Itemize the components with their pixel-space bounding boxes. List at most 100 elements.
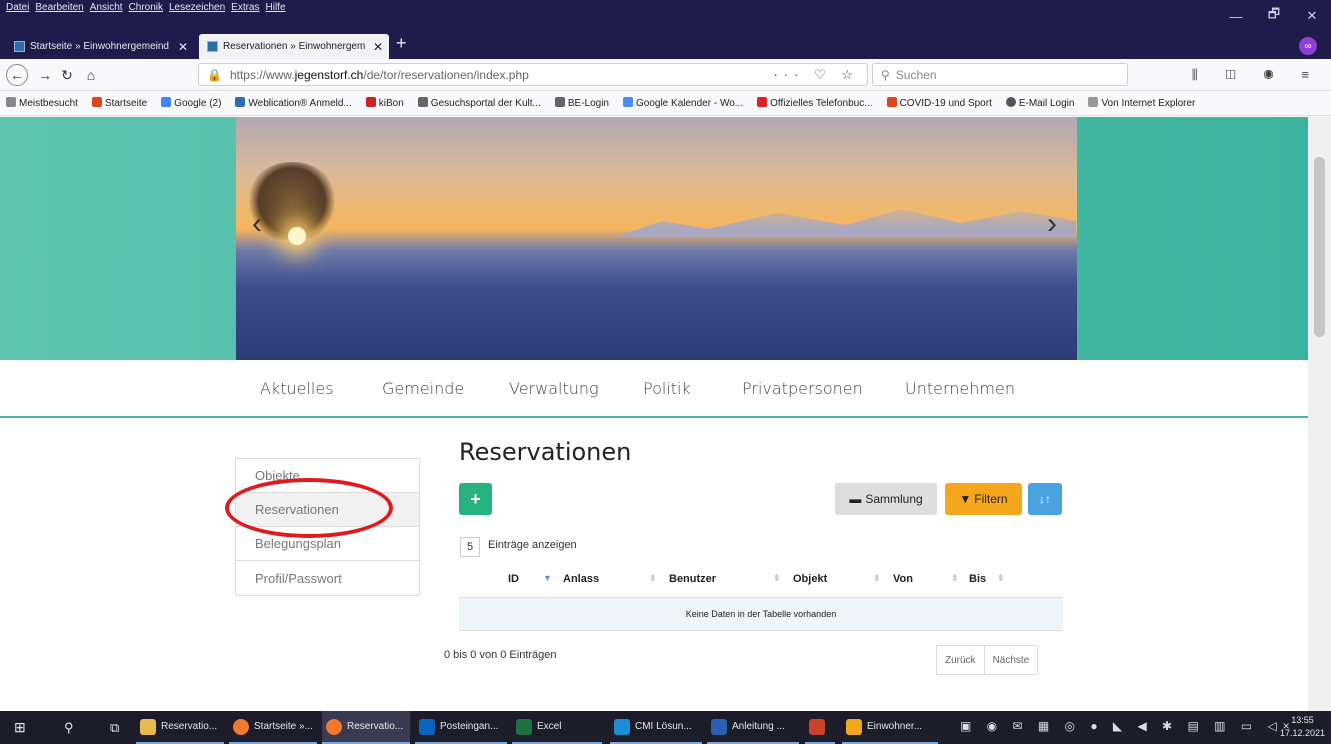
taskbar-item-firefox-1[interactable]: Startseite »... <box>229 711 317 744</box>
taskbar-item-excel[interactable]: Excel <box>512 711 602 744</box>
bookmark-gesuchsportal[interactable]: Gesuchsportal der Kult... <box>417 97 548 109</box>
column-von[interactable]: Von <box>893 573 913 585</box>
windows-start-icon[interactable]: ⊞ <box>10 711 26 744</box>
page-length-select[interactable]: 5 <box>460 537 480 557</box>
bookmark-be-login[interactable]: BE-Login <box>554 97 616 109</box>
column-bis[interactable]: Bis <box>969 573 986 585</box>
column-objekt[interactable]: Objekt <box>793 573 827 585</box>
bookmark-kibon[interactable]: kiBon <box>365 97 411 109</box>
window-controls: — 🗗 ✕ <box>1217 0 1331 32</box>
nav-unternehmen[interactable]: Unternehmen <box>905 379 1015 398</box>
previous-button[interactable]: Zurück <box>936 645 985 675</box>
taskbar-item-powerpoint[interactable] <box>805 711 835 744</box>
taskbar-item-outlook[interactable]: Posteingan... <box>415 711 507 744</box>
page-length-label: Einträge anzeigen <box>488 539 577 551</box>
menu-hilfe[interactable]: Hilfe <box>266 2 286 13</box>
close-tab-icon[interactable]: ✕ <box>373 40 383 54</box>
nav-politik[interactable]: Politik <box>643 379 691 398</box>
taskbar-item-einwohner[interactable]: Einwohner... <box>842 711 938 744</box>
bookmarks-toolbar: Meistbesucht Startseite Google (2) Webli… <box>0 91 1331 116</box>
menu-lesezeichen[interactable]: Lesezeichen <box>169 2 225 13</box>
site-favicon-icon <box>14 41 25 52</box>
reload-icon[interactable]: ↻ <box>56 64 78 86</box>
filter-button[interactable]: ▼ Filtern <box>945 483 1022 515</box>
column-anlass[interactable]: Anlass <box>563 573 599 585</box>
menu-bearbeiten[interactable]: Bearbeiten <box>35 2 83 13</box>
table-header: ID ▼ Anlass ⬍ Benutzer ⬍ Objekt ⬍ Von ⬍ … <box>459 564 1063 596</box>
scrollbar-thumb[interactable] <box>1314 157 1325 337</box>
shield-icon <box>886 97 897 107</box>
maximize-button[interactable]: 🗗 <box>1255 0 1293 32</box>
taskbar-item-firefox-2[interactable]: Reservatio... <box>322 711 410 744</box>
menu-chronik[interactable]: Chronik <box>129 2 163 13</box>
bookmark-telefonbuch[interactable]: Offizielles Telefonbuc... <box>757 97 879 109</box>
navigation-bar: ← → ↻ ⌂ 🔒 https://www. jegenstorf.ch/de/t… <box>0 59 1331 91</box>
nav-privatpersonen[interactable]: Privatpersonen <box>742 379 863 398</box>
powerpoint-icon <box>809 718 825 735</box>
site-icon <box>235 97 246 107</box>
taskbar-item-word[interactable]: Anleitung ... <box>707 711 799 744</box>
new-tab-button[interactable]: + <box>396 33 407 54</box>
toolbar-icons[interactable]: ⫼ ◫ ◉ ≡ <box>1192 67 1321 83</box>
menu-extras[interactable]: Extras <box>231 2 259 13</box>
forward-arrow-icon[interactable]: → <box>34 64 56 86</box>
column-benutzer[interactable]: Benutzer <box>669 573 716 585</box>
nav-aktuelles[interactable]: Aktuelles <box>260 379 334 398</box>
hero-image: ‹ › <box>236 117 1077 360</box>
system-tray-icons[interactable]: ▣ ◉ ✉ ▦ ◎ ● ◣ ◀ ✱ ▤ ▥ ▭ ◁× <box>960 719 1296 733</box>
bookmark-google[interactable]: Google (2) <box>161 97 228 109</box>
sort-icon: ⬍ <box>951 573 959 583</box>
sammlung-button[interactable]: ▬ Sammlung <box>835 483 937 515</box>
carousel-prev-icon[interactable]: ‹ <box>252 207 262 241</box>
sort-icon: ⬍ <box>873 573 881 583</box>
bookmark-label: E-Mail Login <box>1018 98 1075 109</box>
filter-icon: ▼ <box>959 492 972 506</box>
mountains <box>616 209 1076 237</box>
taskbar-item-explorer[interactable]: Reservatio... <box>136 711 224 744</box>
bookmark-meistbesucht[interactable]: Meistbesucht <box>6 97 85 109</box>
word-icon <box>711 718 727 735</box>
hero-banner: ‹ › <box>0 117 1308 360</box>
site-favicon-icon <box>207 41 218 52</box>
page-scrollbar[interactable] <box>1308 117 1331 711</box>
bookmark-label: Offizielles Telefonbuc... <box>770 98 873 109</box>
bookmark-weblication[interactable]: Weblication® Anmeld... <box>235 97 358 109</box>
task-view-icon[interactable]: ⧉ <box>106 711 119 744</box>
extension-icon[interactable]: ∞ <box>1299 37 1317 55</box>
url-path: /de/tor/reservationen/index.php <box>363 67 529 82</box>
carousel-next-icon[interactable]: › <box>1047 207 1057 241</box>
close-window-button[interactable]: ✕ <box>1293 0 1331 32</box>
bookmark-email[interactable]: E-Mail Login <box>1005 97 1082 109</box>
nav-gemeinde[interactable]: Gemeinde <box>382 379 464 398</box>
system-clock[interactable]: 13:55 17.12.2021 <box>1280 714 1325 740</box>
search-input[interactable]: ⚲ Suchen <box>872 63 1128 86</box>
bookmark-covid[interactable]: COVID-19 und Sport <box>886 97 999 109</box>
tab-reservationen[interactable]: Reservationen » Einwohnergem ✕ <box>199 34 389 59</box>
taskbar-item-cmi[interactable]: CMI Lösun... <box>610 711 702 744</box>
bookmark-ie-folder[interactable]: Von Internet Explorer <box>1088 97 1202 109</box>
search-icon: ⚲ <box>881 67 890 82</box>
sort-icon: ⬍ <box>773 573 781 583</box>
bookmark-google-kalender[interactable]: Google Kalender - Wo... <box>623 97 750 109</box>
menu-datei[interactable]: Datei <box>6 2 29 13</box>
tab-startseite[interactable]: Startseite » Einwohnergemeind ✕ <box>6 34 194 59</box>
search-icon[interactable]: ⚲ <box>60 711 74 744</box>
add-button[interactable]: + <box>459 483 492 515</box>
sort-button[interactable]: ↓↑ <box>1028 483 1062 515</box>
menu-ansicht[interactable]: Ansicht <box>90 2 123 13</box>
shield-icon <box>91 97 102 107</box>
close-tab-icon[interactable]: ✕ <box>178 40 188 54</box>
column-id[interactable]: ID <box>508 573 519 585</box>
pin-icon <box>757 97 768 107</box>
back-arrow-icon[interactable]: ← <box>6 64 28 86</box>
address-bar[interactable]: 🔒 https://www. jegenstorf.ch/de/tor/reser… <box>198 63 868 86</box>
next-button[interactable]: Nächste <box>984 645 1039 675</box>
home-icon[interactable]: ⌂ <box>80 64 102 86</box>
page-title: Reservationen <box>459 438 632 466</box>
main-navigation: Aktuelles Gemeinde Verwaltung Politik Pr… <box>0 360 1308 418</box>
minimize-button[interactable]: — <box>1217 0 1255 32</box>
page-actions-icon[interactable]: ··· ♡ ☆ <box>773 67 859 83</box>
nav-verwaltung[interactable]: Verwaltung <box>509 379 599 398</box>
bookmark-startseite[interactable]: Startseite <box>91 97 154 109</box>
sidebar-item-profil[interactable]: Profil/Passwort <box>236 561 419 595</box>
